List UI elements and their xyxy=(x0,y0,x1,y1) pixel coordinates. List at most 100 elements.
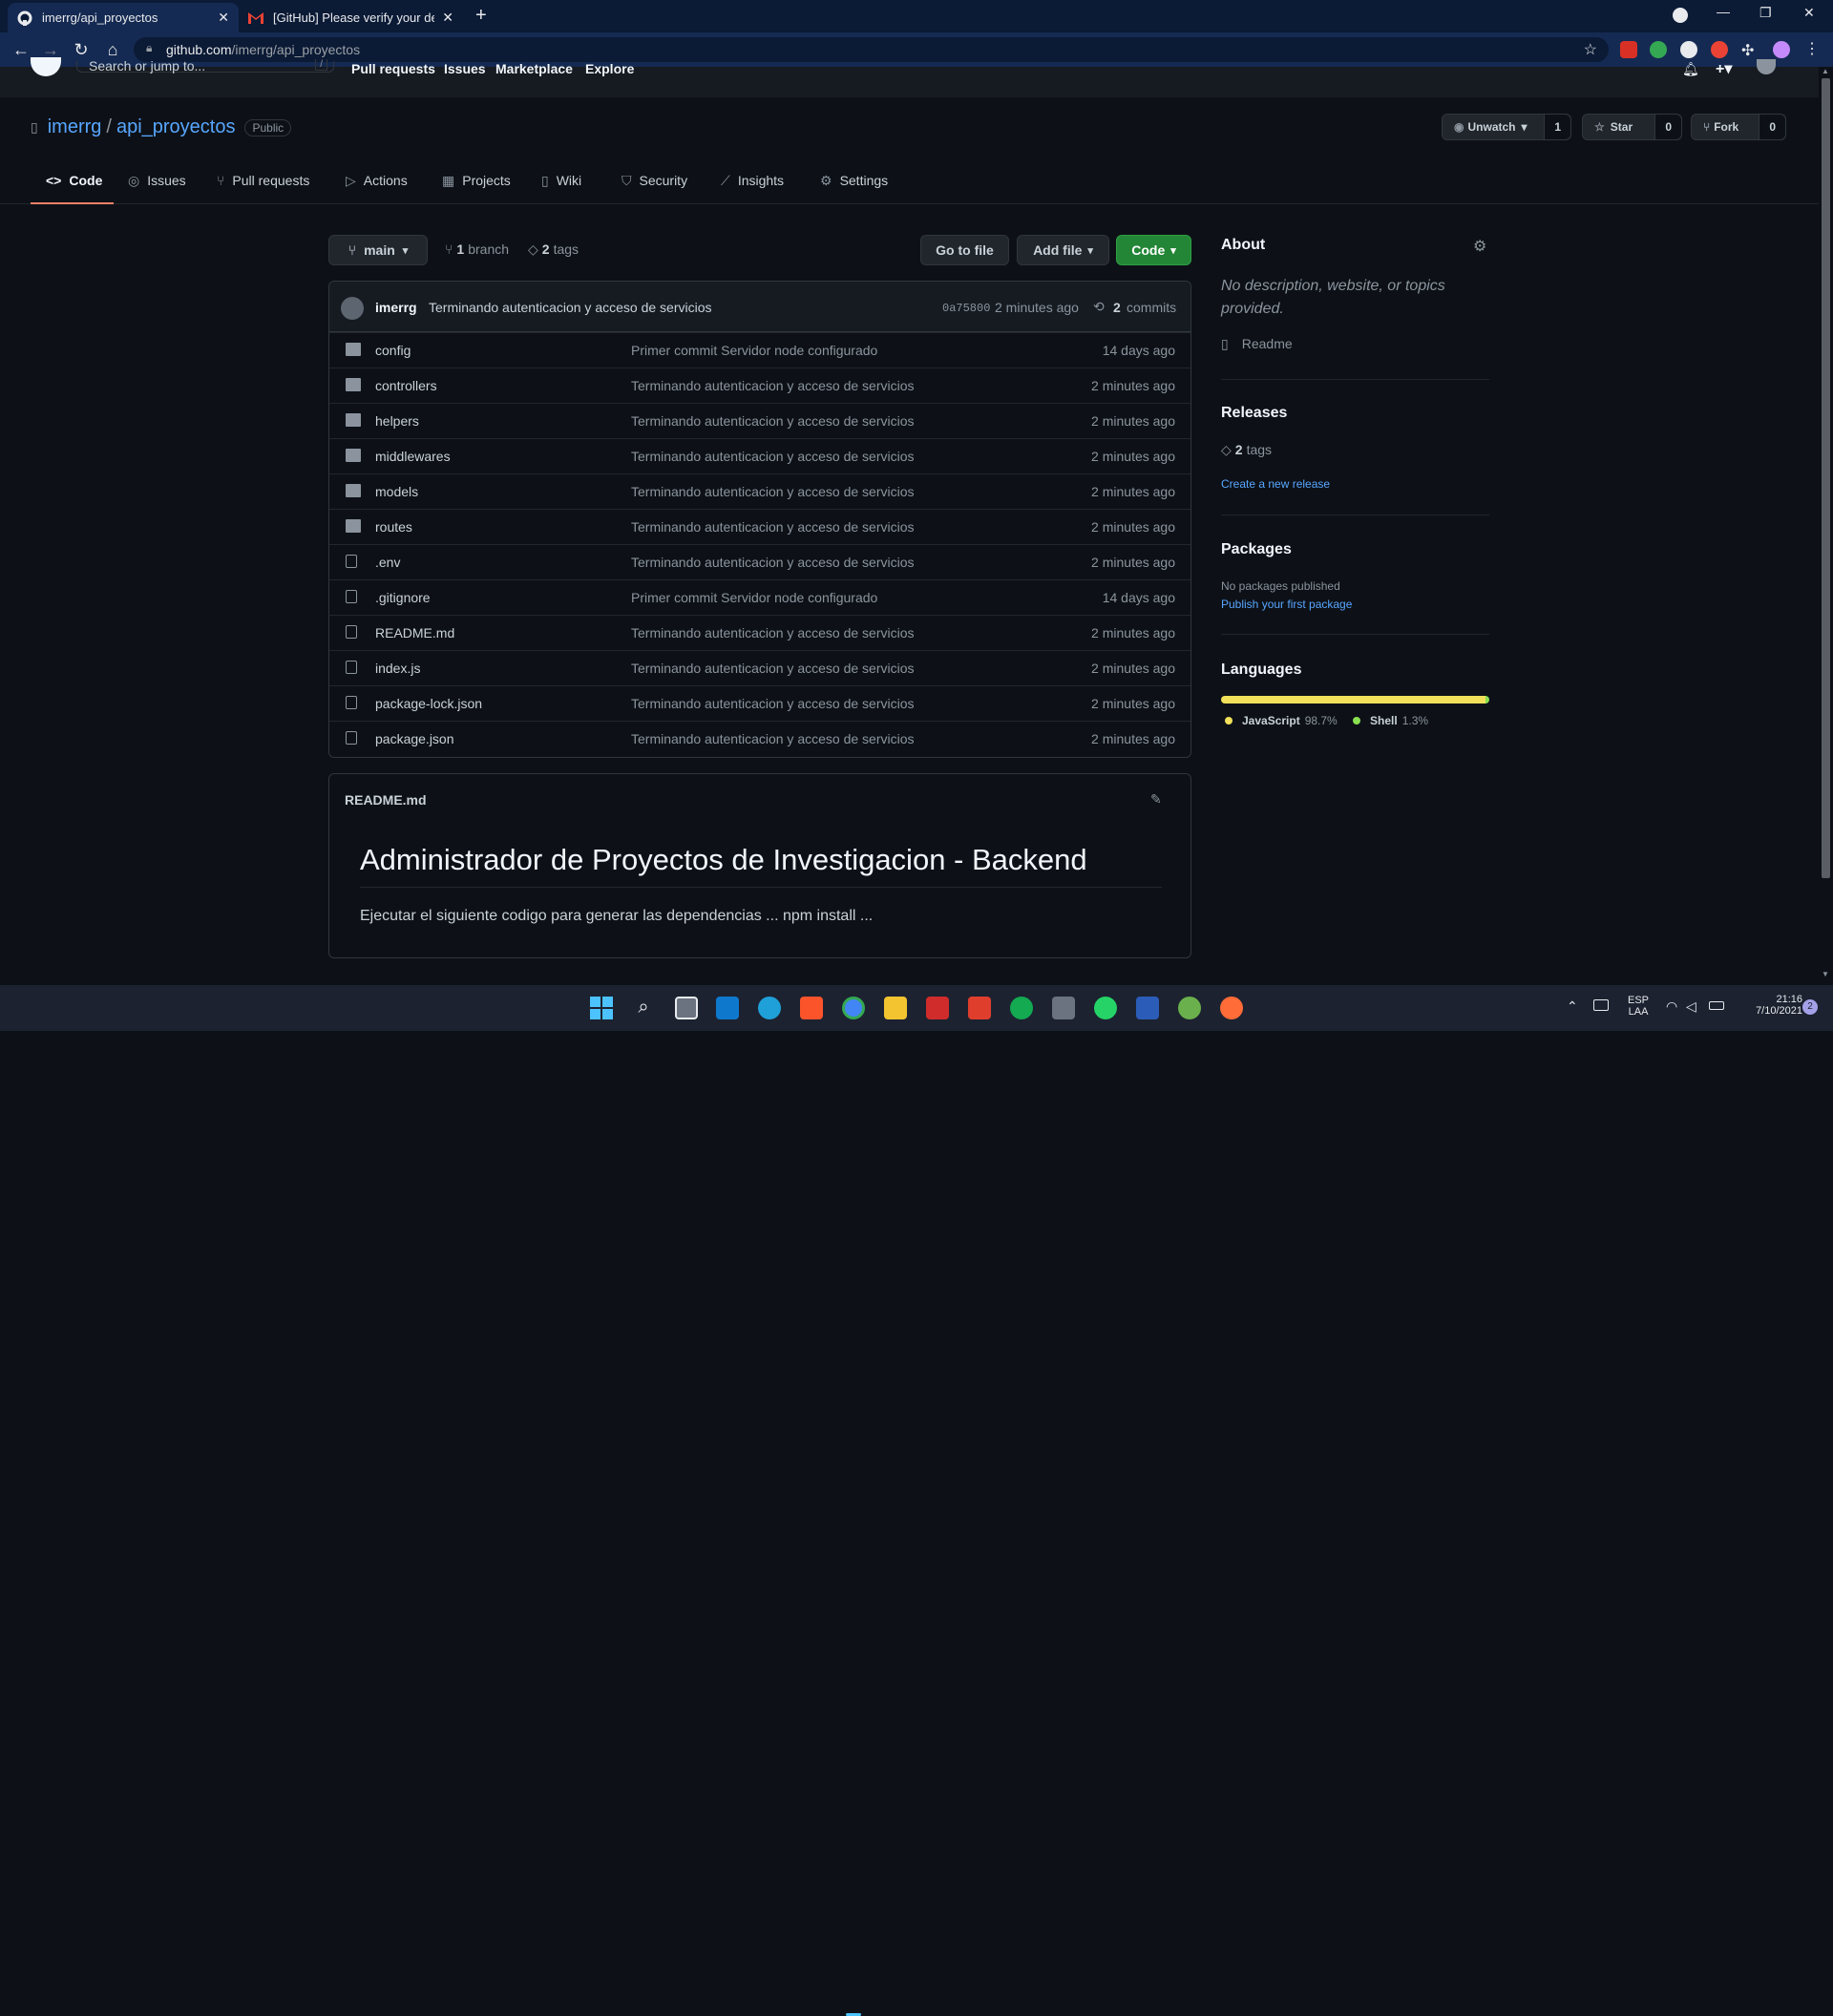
readme-filename[interactable]: README.md xyxy=(345,792,427,808)
tab-insights[interactable]: ⟋ Insights xyxy=(721,173,784,204)
close-tab-icon[interactable]: ✕ xyxy=(218,10,229,26)
file-commit-message-link[interactable]: Terminando autenticacion y acceso de ser… xyxy=(631,661,915,676)
file-commit-message-link[interactable]: Terminando autenticacion y acceso de ser… xyxy=(631,625,915,640)
mongodb-compass-icon[interactable] xyxy=(1010,997,1033,1019)
app-red-icon[interactable] xyxy=(968,997,991,1019)
new-tab-button[interactable]: + xyxy=(475,5,487,27)
extension-flag-icon[interactable] xyxy=(1620,41,1637,58)
table-row[interactable]: .gitignore Primer commit Servidor node co… xyxy=(329,579,1190,615)
releases-title[interactable]: Releases xyxy=(1221,405,1287,422)
star-count[interactable]: 0 xyxy=(1654,115,1681,139)
close-window-button[interactable]: ✕ xyxy=(1803,5,1815,21)
github-logo-icon[interactable] xyxy=(31,57,61,76)
commit-message[interactable]: Terminando autenticacion y acceso de ser… xyxy=(429,300,712,315)
header-link-issues[interactable]: Issues xyxy=(444,61,486,76)
unwatch-button[interactable]: ◉ Unwatch ▾ xyxy=(1443,115,1544,139)
header-link-pull-requests[interactable]: Pull requests xyxy=(351,61,435,76)
powershell-icon[interactable] xyxy=(1136,997,1159,1019)
file-name-link[interactable]: package.json xyxy=(375,731,454,746)
tab-wiki[interactable]: ▯ Wiki xyxy=(541,173,581,204)
app-gray-icon[interactable] xyxy=(1052,997,1075,1019)
tab-gmail[interactable]: [GitHub] Please verify your devic ✕ xyxy=(239,3,463,32)
commit-sha[interactable]: 0a75800 xyxy=(942,302,990,315)
publish-package-link[interactable]: Publish your first package xyxy=(1221,598,1352,611)
gear-icon[interactable]: ⚙ xyxy=(1473,237,1486,256)
file-explorer-icon[interactable] xyxy=(884,997,907,1019)
file-name-link[interactable]: middlewares xyxy=(375,449,451,464)
postman-icon[interactable] xyxy=(1220,997,1243,1019)
table-row[interactable]: helpers Terminando autenticacion y acceso… xyxy=(329,403,1190,438)
search-input[interactable]: Search or jump to... / xyxy=(76,58,334,74)
table-row[interactable]: controllers Terminando autenticacion y ac… xyxy=(329,368,1190,403)
table-row[interactable]: .env Terminando autenticacion y acceso de… xyxy=(329,544,1190,579)
chrome-icon[interactable] xyxy=(842,997,865,1019)
file-name-link[interactable]: config xyxy=(375,343,411,358)
table-row[interactable]: README.md Terminando autenticacion y acce… xyxy=(329,615,1190,650)
file-commit-message-link[interactable]: Terminando autenticacion y acceso de ser… xyxy=(631,519,915,535)
code-download-button[interactable]: Code ▾ xyxy=(1116,235,1191,265)
create-new-plus-icon[interactable]: +▾ xyxy=(1716,59,1732,78)
clock[interactable]: 21:16 7/10/2021 xyxy=(1741,994,1802,1017)
repo-owner-link[interactable]: imerrg xyxy=(48,116,102,138)
tab-settings[interactable]: ⚙ Settings xyxy=(820,173,888,204)
commit-count-label[interactable]: commits xyxy=(1127,300,1176,315)
tab-github-repo[interactable]: imerrg/api_proyectos ✕ xyxy=(8,3,239,32)
home-icon[interactable]: ⌂ xyxy=(102,39,123,60)
tab-actions[interactable]: ▷ Actions xyxy=(346,173,408,204)
watch-count[interactable]: 1 xyxy=(1544,115,1570,139)
tab-issues[interactable]: ◎ Issues xyxy=(128,173,186,204)
file-commit-message-link[interactable]: Terminando autenticacion y acceso de ser… xyxy=(631,696,915,711)
tab-projects[interactable]: ▦ Projects xyxy=(442,173,511,204)
star-button[interactable]: ☆ Star xyxy=(1583,115,1654,139)
battery-icon[interactable] xyxy=(1709,1001,1724,1010)
tab-security[interactable]: ⛉ Security xyxy=(622,173,687,204)
table-row[interactable]: middlewares Terminando autenticacion y ac… xyxy=(329,438,1190,473)
language-item[interactable]: JavaScript 98.7% xyxy=(1225,714,1338,727)
edit-pencil-icon[interactable]: ✎ xyxy=(1150,791,1162,808)
back-arrow-icon[interactable]: ← xyxy=(11,39,32,60)
file-name-link[interactable]: routes xyxy=(375,519,412,535)
minimize-button[interactable]: — xyxy=(1717,4,1730,19)
file-name-link[interactable]: models xyxy=(375,484,418,499)
file-name-link[interactable]: index.js xyxy=(375,661,420,676)
file-name-link[interactable]: README.md xyxy=(375,625,454,640)
scrollbar-thumb[interactable] xyxy=(1822,78,1830,878)
task-view-icon[interactable] xyxy=(675,997,698,1019)
brave-icon[interactable] xyxy=(800,997,823,1019)
file-commit-message-link[interactable]: Terminando autenticacion y acceso de ser… xyxy=(631,555,915,570)
go-to-file-button[interactable]: Go to file xyxy=(920,235,1009,265)
file-name-link[interactable]: .gitignore xyxy=(375,590,431,605)
file-commit-message-link[interactable]: Terminando autenticacion y acceso de ser… xyxy=(631,484,915,499)
commit-count[interactable]: 2 xyxy=(1113,300,1121,315)
address-bar[interactable]: 🔒︎ github.com/imerrg/api_proyectos ☆ xyxy=(134,37,1609,62)
create-release-link[interactable]: Create a new release xyxy=(1221,477,1330,491)
file-commit-message-link[interactable]: Primer commit Servidor node configurado xyxy=(631,343,877,358)
branches-link[interactable]: ⑂ 1 branch xyxy=(445,242,509,257)
close-tab-icon[interactable]: ✕ xyxy=(442,10,453,26)
file-name-link[interactable]: controllers xyxy=(375,378,437,393)
search-icon[interactable]: ⌕ xyxy=(632,997,655,1019)
file-commit-message-link[interactable]: Terminando autenticacion y acceso de ser… xyxy=(631,413,915,429)
scroll-down-arrow-icon[interactable]: ▼ xyxy=(1822,970,1829,978)
profile-avatar-icon[interactable] xyxy=(1773,41,1790,58)
file-name-link[interactable]: .env xyxy=(375,555,400,570)
avatar[interactable] xyxy=(341,297,364,320)
fork-button[interactable]: ⑂ Fork xyxy=(1692,115,1759,139)
file-commit-message-link[interactable]: Primer commit Servidor node configurado xyxy=(631,590,877,605)
edge-icon[interactable] xyxy=(758,997,781,1019)
start-windows-icon[interactable] xyxy=(590,997,613,1019)
language-item[interactable]: Shell 1.3% xyxy=(1353,714,1428,727)
notifications-bell-icon[interactable]: 🔔︎ xyxy=(1682,61,1699,77)
file-name-link[interactable]: helpers xyxy=(375,413,419,429)
table-row[interactable]: models Terminando autenticacion y acceso … xyxy=(329,473,1190,509)
acrobat-icon[interactable] xyxy=(926,997,949,1019)
browser-menu-icon[interactable]: ⋮ xyxy=(1804,41,1822,58)
header-link-explore[interactable]: Explore xyxy=(585,61,634,76)
file-commit-message-link[interactable]: Terminando autenticacion y acceso de ser… xyxy=(631,378,915,393)
table-row[interactable]: routes Terminando autenticacion y acceso … xyxy=(329,509,1190,544)
profile-menu-icon[interactable] xyxy=(1673,8,1688,23)
fork-count[interactable]: 0 xyxy=(1759,115,1785,139)
show-hidden-icons-chevron-icon[interactable]: ⌃ xyxy=(1567,998,1578,1015)
app-globe-icon[interactable] xyxy=(1178,997,1201,1019)
add-file-button[interactable]: Add file ▾ xyxy=(1017,235,1109,265)
